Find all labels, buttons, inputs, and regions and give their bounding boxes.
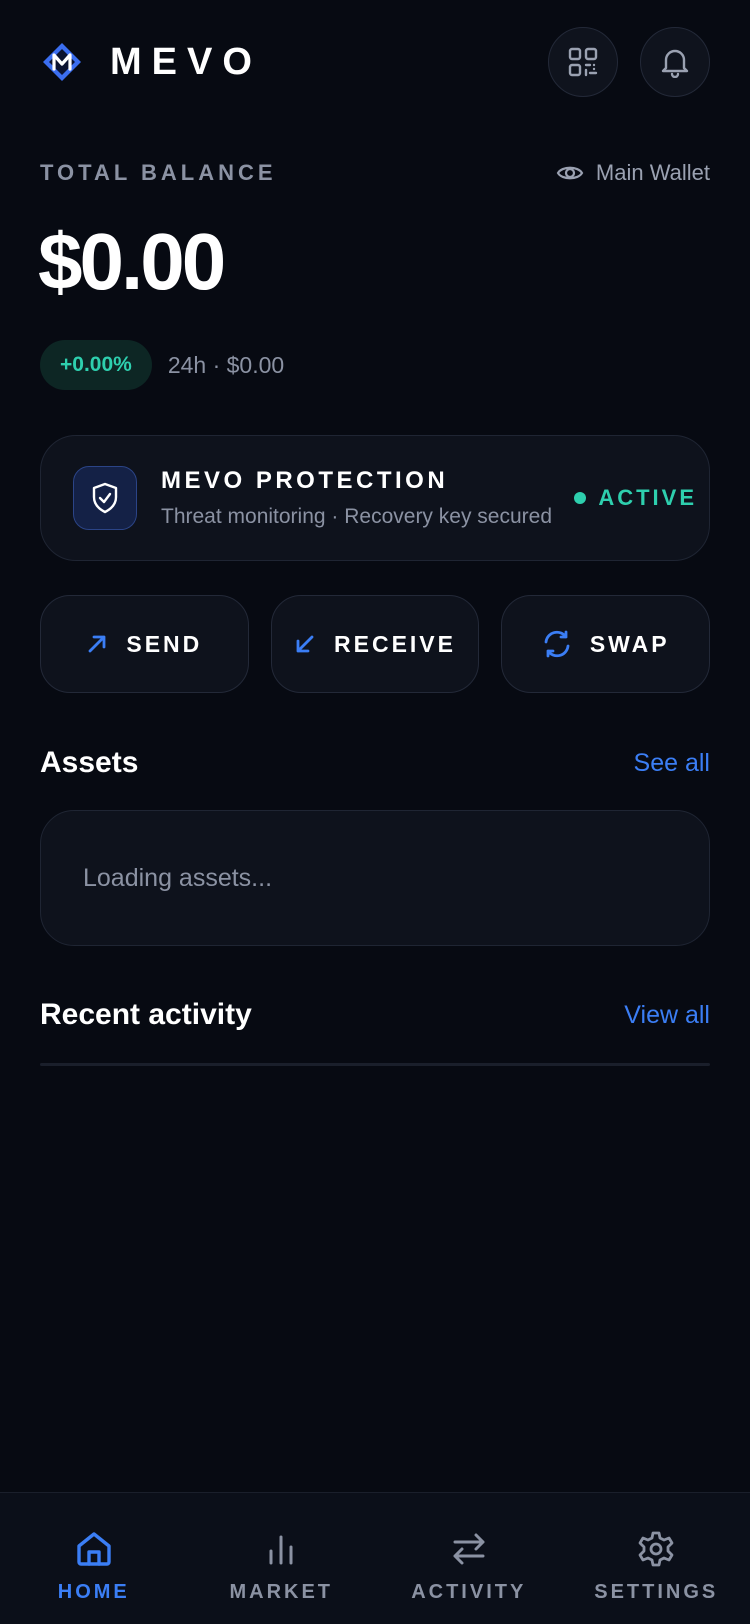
send-button[interactable]: SEND (40, 595, 249, 693)
change-meta: 24h · $0.00 (167, 351, 285, 378)
activity-divider (40, 1063, 710, 1066)
status-dot (574, 492, 587, 504)
swap-label: SWAP (589, 630, 670, 657)
wallet-home-screen: MEVO TOTAL BALANCE Main Wallet $0.00 +0.… (0, 0, 750, 1624)
protection-card[interactable]: MEVO PROTECTION Threat monitoring · Reco… (40, 435, 710, 561)
total-balance-label: TOTAL BALANCE (40, 160, 277, 185)
protection-status: ACTIVE (574, 485, 697, 511)
nav-settings-label: SETTINGS (594, 1581, 719, 1603)
nav-home-label: HOME (57, 1581, 130, 1603)
status-label: ACTIVE (598, 485, 697, 510)
nav-activity[interactable]: ACTIVITY (375, 1493, 563, 1624)
quick-actions: SEND RECEIVE SWAP (40, 595, 711, 693)
assets-header: Assets See all (40, 746, 710, 780)
shield-check-icon (73, 466, 137, 530)
view-all-activity-link[interactable]: View all (624, 1001, 710, 1030)
qr-scan-button[interactable] (548, 27, 618, 97)
activity-header: Recent activity View all (40, 998, 710, 1032)
bar-chart-icon (269, 1535, 293, 1565)
refresh-icon (544, 630, 570, 658)
balance-change: +0.00% 24h · $0.00 (40, 340, 284, 390)
nav-market-label: MARKET (229, 1581, 334, 1603)
nav-settings[interactable]: SETTINGS (563, 1493, 750, 1624)
wallet-selector[interactable]: Main Wallet (556, 160, 710, 186)
change-percent-badge: +0.00% (40, 340, 152, 390)
qr-code-icon (568, 47, 598, 77)
app-header: MEVO (40, 22, 710, 102)
nav-activity-label: ACTIVITY (411, 1581, 527, 1603)
protection-title: MEVO PROTECTION (161, 467, 449, 494)
assets-list: Loading assets... (40, 810, 710, 946)
assets-loading-text: Loading assets... (83, 863, 273, 892)
balance-header: TOTAL BALANCE Main Wallet (40, 160, 710, 186)
see-all-assets-link[interactable]: See all (634, 749, 710, 778)
bell-icon (661, 49, 689, 78)
activity-title: Recent activity (40, 998, 252, 1031)
nav-market[interactable]: MARKET (188, 1493, 376, 1624)
notifications-button[interactable] (640, 27, 710, 97)
bottom-nav: HOME MARKET ACTIVITY SETTINGS (0, 1492, 750, 1624)
receive-label: RECEIVE (334, 630, 456, 657)
assets-title: Assets (40, 746, 139, 779)
brand-name: MEVO (110, 40, 262, 83)
mevo-logo-icon (40, 40, 84, 84)
eye-icon (556, 166, 584, 180)
gear-icon (638, 1531, 674, 1567)
home-icon (77, 1532, 111, 1566)
swap-arrows-icon (453, 1533, 485, 1565)
protection-subtitle: Threat monitoring · Recovery key secured (161, 505, 552, 528)
balance-amount: $0.00 (38, 217, 226, 306)
arrow-up-right-icon (88, 635, 106, 653)
protection-text: MEVO PROTECTION Threat monitoring · Reco… (161, 467, 552, 529)
wallet-name: Main Wallet (595, 160, 710, 185)
nav-home[interactable]: HOME (0, 1493, 188, 1624)
send-label: SEND (126, 630, 203, 657)
brand: MEVO (40, 40, 262, 84)
swap-button[interactable]: SWAP (501, 595, 711, 693)
arrow-down-left-icon (296, 635, 314, 653)
receive-button[interactable]: RECEIVE (270, 595, 480, 693)
header-actions (548, 27, 710, 97)
